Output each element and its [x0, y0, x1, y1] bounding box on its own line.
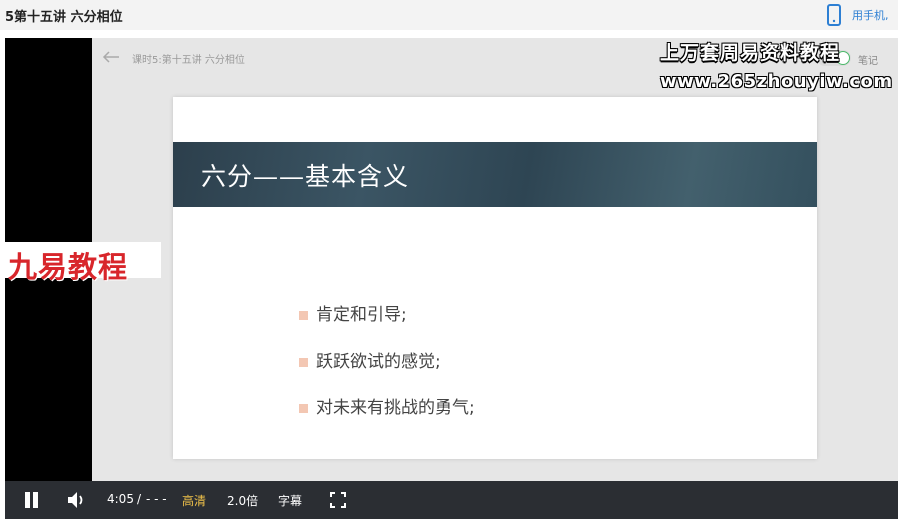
notes-label[interactable]: 笔记 — [858, 52, 878, 67]
bullet-icon — [299, 357, 308, 367]
video-stage: 课时5:第十五讲 六分相位 笔记 六分——基本含义 肯定和引导; 跃跃欲试的感觉… — [92, 38, 898, 481]
lesson-title: 课时5:第十五讲 六分相位 — [132, 55, 245, 66]
slide-banner: 六分——基本含义 — [173, 142, 817, 207]
control-bar: 4:05 / - - - 高清 2.0倍 字幕 — [5, 481, 898, 519]
phone-icon[interactable] — [825, 4, 843, 26]
watermark-top: 上万套周易资料教程 — [660, 42, 841, 64]
quality-button[interactable]: 高清 — [182, 492, 206, 509]
lecture-slide: 六分——基本含义 肯定和引导; 跃跃欲试的感觉; 对未来有挑战的勇气; — [173, 97, 817, 459]
watermark-url: www.265zhouyiw.com — [660, 71, 893, 92]
slide-heading: 六分——基本含义 — [201, 162, 410, 191]
pause-icon[interactable] — [23, 492, 39, 508]
speed-button[interactable]: 2.0倍 — [227, 492, 258, 509]
top-bar: 5第十五讲 六分相位 用手机, — [0, 0, 898, 30]
back-arrow-icon[interactable] — [102, 50, 120, 64]
watch-on-phone-link[interactable]: 用手机, — [852, 7, 889, 23]
time-separator: / — [137, 492, 142, 506]
fullscreen-icon[interactable] — [330, 492, 346, 508]
volume-icon[interactable] — [67, 491, 87, 509]
bullet-icon — [299, 403, 308, 413]
slide-bullet: 跃跃欲试的感觉; — [299, 347, 441, 372]
slide-bullet: 对未来有挑战的勇气; — [299, 393, 475, 418]
watermark-left: 九易教程 — [5, 242, 161, 284]
slide-bullet: 肯定和引导; — [299, 300, 407, 325]
current-time: 4:05 — [107, 492, 134, 506]
duration: - - - — [146, 492, 167, 506]
page-title: 5第十五讲 六分相位 — [5, 10, 123, 25]
video-player[interactable]: 课时5:第十五讲 六分相位 笔记 六分——基本含义 肯定和引导; 跃跃欲试的感觉… — [5, 38, 898, 519]
bullet-icon — [299, 310, 308, 320]
subtitles-button[interactable]: 字幕 — [278, 492, 302, 509]
